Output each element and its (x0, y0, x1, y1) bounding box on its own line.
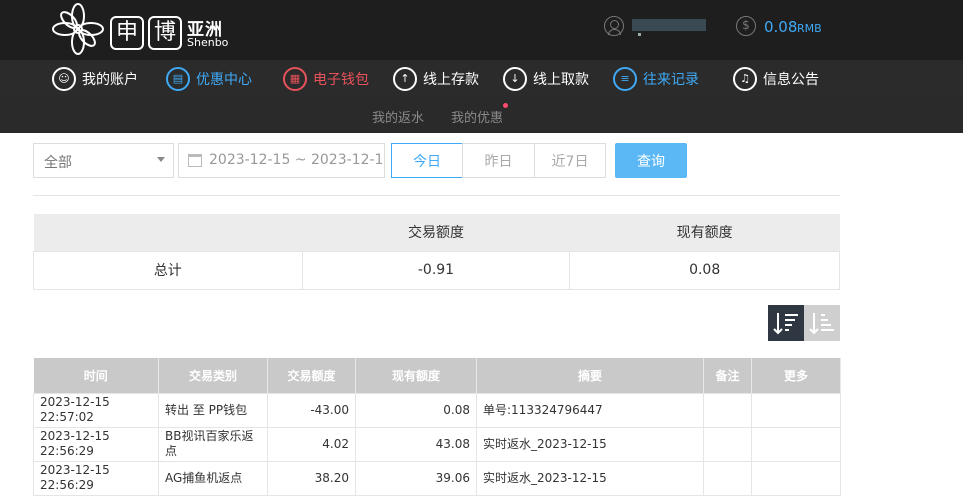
summary-header-trade: 交易额度 (302, 214, 570, 251)
logo-english-text: Shenbo (187, 36, 229, 49)
sort-descending-icon (773, 313, 798, 335)
col-amount[interactable]: 交易额度 (267, 358, 356, 393)
quick-yesterday-button[interactable]: 昨日 (462, 143, 535, 178)
top-header: 申 博 亚洲 Shenbo $ 0.08 RMB (0, 0, 963, 60)
summary-total-current: 0.08 (569, 250, 840, 290)
select-value: 全部 (44, 155, 72, 171)
calendar-icon (188, 154, 202, 167)
summary-header-current: 现有额度 (569, 214, 840, 251)
sort-ascending-icon (809, 313, 834, 335)
table-header-row: 时间 交易类别 交易额度 现有额度 摘要 备注 更多 (33, 358, 841, 393)
cell-note (703, 460, 752, 496)
cell-amount: -43.00 (267, 392, 356, 428)
cell-type: BB视讯百家乐返点 (158, 426, 268, 462)
dollar-icon: $ (736, 16, 756, 36)
cell-time: 2023-12-15 22:57:02 (33, 392, 159, 428)
cell-summary: 单号:113324796447 (476, 392, 704, 428)
nav-online-deposit[interactable]: ↑ 线上存款 (393, 60, 479, 97)
cell-note (703, 392, 752, 428)
transaction-type-select[interactable]: 全部 (33, 143, 174, 178)
balance-unit: RMB (797, 22, 822, 35)
nav-e-wallet[interactable]: ▦ 电子钱包 (283, 60, 369, 97)
cell-type: AG捕鱼机返点 (158, 460, 268, 496)
quick-7days-button[interactable]: 近7日 (534, 143, 606, 178)
summary-table: 交易额度 现有额度 总计 -0.91 0.08 (33, 214, 840, 290)
nav-label: 线上存款 (423, 71, 479, 88)
summary-header-blank (33, 214, 303, 251)
quick-today-button[interactable]: 今日 (391, 143, 463, 178)
nav-label: 我的账户 (82, 71, 138, 88)
bell-icon: ♫ (733, 66, 757, 91)
summary-row: 总计 -0.91 0.08 (33, 250, 840, 290)
date-range-value: 2023-12-15 ~ 2023-12-15 (209, 152, 385, 168)
offers-notification-dot (503, 103, 508, 108)
nav-label: 电子钱包 (313, 71, 369, 88)
col-note[interactable]: 备注 (703, 358, 752, 393)
deposit-icon: ↑ (393, 66, 417, 91)
wallet-icon: ▦ (283, 66, 307, 91)
col-balance[interactable]: 现有额度 (355, 358, 477, 393)
summary-total-label: 总计 (33, 250, 303, 290)
summary-total-trade: -0.91 (301, 250, 571, 290)
nav-label: 优惠中心 (196, 71, 252, 88)
col-time[interactable]: 时间 (33, 358, 159, 393)
cell-time: 2023-12-15 22:56:29 (33, 460, 159, 496)
nav-label: 信息公告 (763, 71, 819, 88)
cell-time: 2023-12-15 22:56:29 (33, 426, 159, 462)
col-type[interactable]: 交易类别 (158, 358, 268, 393)
cell-summary: 实时返水_2023-12-15 (476, 460, 704, 496)
table-row[interactable]: 2023-12-15 22:56:29 AG捕鱼机返点 38.20 39.06 … (33, 460, 841, 496)
cell-more[interactable] (751, 460, 841, 496)
transaction-table: 时间 交易类别 交易额度 现有额度 摘要 备注 更多 2023-12-15 22… (33, 358, 841, 496)
cell-type: 转出 至 PP钱包 (158, 392, 268, 428)
sub-nav: 我的返水 我的优惠 (0, 97, 963, 133)
cell-summary: 实时返水_2023-12-15 (476, 426, 704, 462)
cell-balance: 39.06 (355, 460, 477, 496)
subnav-my-rebate[interactable]: 我的返水 (372, 107, 424, 126)
cell-amount: 4.02 (267, 426, 356, 462)
withdraw-icon: ↓ (503, 66, 527, 91)
user-icon (604, 16, 624, 36)
nav-online-withdraw[interactable]: ↓ 线上取款 (503, 60, 589, 97)
cell-more[interactable] (751, 392, 841, 428)
site-logo[interactable]: 申 博 亚洲 Shenbo (50, 2, 230, 56)
flower-logo-icon (52, 3, 104, 55)
date-range-input[interactable]: 2023-12-15 ~ 2023-12-15 (178, 143, 385, 178)
cell-note (703, 426, 752, 462)
cell-balance: 0.08 (355, 392, 477, 428)
table-row[interactable]: 2023-12-15 22:57:02 转出 至 PP钱包 -43.00 0.0… (33, 392, 841, 428)
nav-transaction-records[interactable]: ≡ 往来记录 (613, 60, 699, 97)
nav-label: 往来记录 (643, 71, 699, 88)
subnav-my-offers[interactable]: 我的优惠 (451, 107, 503, 126)
nav-announcements[interactable]: ♫ 信息公告 (733, 60, 819, 97)
sort-ascending-button[interactable] (804, 305, 840, 341)
nav-promotions[interactable]: ▤ 优惠中心 (166, 60, 252, 97)
masked-username (632, 19, 706, 36)
table-row[interactable]: 2023-12-15 22:56:29 BB视讯百家乐返点 4.02 43.08… (33, 426, 841, 462)
chevron-down-icon (157, 157, 165, 162)
col-more[interactable]: 更多 (751, 358, 841, 393)
divider (33, 195, 840, 196)
sort-descending-button[interactable] (768, 305, 804, 341)
cell-amount: 38.20 (267, 460, 356, 496)
gift-icon: ▤ (166, 66, 190, 91)
cell-balance: 43.08 (355, 426, 477, 462)
logo-char-1: 申 (110, 16, 144, 50)
user-icon: ☺ (52, 66, 76, 91)
nav-my-account[interactable]: ☺ 我的账户 (52, 60, 138, 97)
main-nav: ☺ 我的账户 ▤ 优惠中心 ▦ 电子钱包 ↑ 线上存款 ↓ 线上取款 ≡ 往来记… (0, 60, 963, 133)
query-button[interactable]: 查询 (615, 143, 687, 178)
balance-amount: 0.08 (764, 18, 798, 36)
logo-char-2: 博 (148, 16, 182, 50)
nav-label: 线上取款 (533, 71, 589, 88)
records-icon: ≡ (613, 66, 637, 91)
cell-more[interactable] (751, 426, 841, 462)
col-summary[interactable]: 摘要 (476, 358, 704, 393)
